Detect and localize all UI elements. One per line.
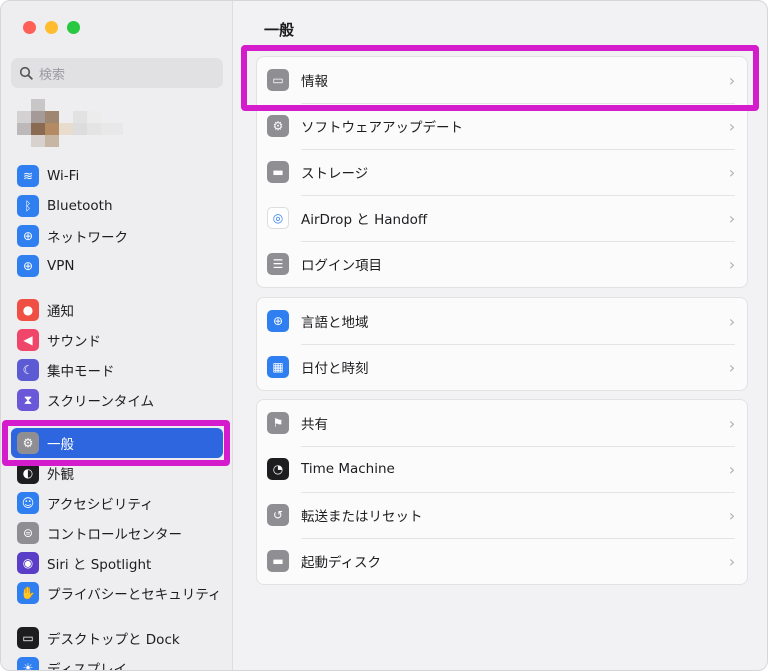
chevron-right-icon: › — [728, 311, 736, 331]
settings-row-label: 起動ディスク — [301, 555, 382, 571]
chevron-right-icon: › — [728, 116, 736, 136]
settings-row-label: 日付と時刻 — [301, 361, 369, 377]
sidebar-item-label: Siri と Spotlight — [47, 557, 152, 573]
sidebar-item[interactable]: ☀ ディスプレイ — [11, 653, 223, 671]
settings-row[interactable]: ▬ 起動ディスク › — [257, 538, 747, 584]
toggles-icon: ⊜ — [17, 522, 39, 544]
reset-icon: ↺ — [267, 504, 289, 526]
sidebar-item-label: 集中モード — [47, 364, 115, 380]
search-icon — [19, 66, 33, 80]
globe-icon: ⊕ — [17, 225, 39, 247]
settings-row[interactable]: ▦ 日付と時刻 › — [257, 344, 747, 390]
highlight-general-item — [2, 420, 230, 466]
speaker-icon: ◀ — [17, 329, 39, 351]
drive-icon: ▬ — [267, 161, 289, 183]
moon-icon: ☾ — [17, 359, 39, 381]
settings-group: ⚑ 共有 › ◔ Time Machine › ↺ 転送またはリセット › ▬ 起動ディスク › — [256, 399, 748, 585]
settings-row-label: ストレージ — [301, 166, 369, 182]
sidebar-item-label: 通知 — [47, 304, 74, 320]
sidebar-item[interactable]: ☺ アクセシビリティ — [11, 488, 223, 518]
sun-icon: ☀ — [17, 657, 39, 670]
hourglass-icon: ⧗ — [17, 389, 39, 411]
sidebar-item[interactable]: ᛒ Bluetooth — [11, 191, 223, 221]
calendar-clock-icon: ▦ — [267, 356, 289, 378]
chevron-right-icon: › — [728, 413, 736, 433]
sidebar-item-label: ディスプレイ — [47, 662, 128, 671]
time-machine-icon: ◔ — [267, 458, 289, 480]
sidebar-item-label: アクセシビリティ — [47, 497, 154, 513]
settings-row[interactable]: ⚑ 共有 › — [257, 400, 747, 446]
settings-row-label: ソフトウェアアップデート — [301, 120, 463, 136]
settings-row[interactable]: ▬ ストレージ › — [257, 149, 747, 195]
settings-row-label: 共有 — [301, 417, 328, 433]
chevron-right-icon: › — [728, 459, 736, 479]
dock-icon: ▭ — [17, 627, 39, 649]
settings-row[interactable]: ↺ 転送またはリセット › — [257, 492, 747, 538]
settings-row[interactable]: ◔ Time Machine › — [257, 446, 747, 492]
sidebar-item[interactable]: ● 通知 — [11, 295, 223, 325]
sidebar-item[interactable]: ◉ Siri と Spotlight — [11, 548, 223, 578]
page-title: 一般 — [264, 21, 295, 39]
sidebar-item-label: VPN — [47, 258, 75, 274]
search-placeholder: 検索 — [39, 67, 66, 83]
minimize-window-button[interactable] — [45, 21, 58, 34]
sidebar-item[interactable]: ⊜ コントロールセンター — [11, 518, 223, 548]
settings-row[interactable]: ◎ AirDrop と Handoff › — [257, 195, 747, 241]
highlight-info-row — [241, 45, 759, 111]
sidebar-item-label: スクリーンタイム — [47, 394, 155, 410]
sidebar-item[interactable]: ⊕ ネットワーク — [11, 221, 223, 251]
chevron-right-icon: › — [728, 254, 736, 274]
chevron-right-icon: › — [728, 551, 736, 571]
accessibility-icon: ☺ — [17, 492, 39, 514]
sidebar-group: ≋ Wi-Fi ᛒ Bluetooth ⊕ ネットワーク ⊕ VPN — [11, 161, 223, 281]
avatar[interactable] — [17, 99, 123, 147]
sidebar-item-label: 外観 — [47, 467, 74, 483]
sidebar-item[interactable]: ≋ Wi-Fi — [11, 161, 223, 191]
chevron-right-icon: › — [728, 505, 736, 525]
settings-group: ⊕ 言語と地域 › ▦ 日付と時刻 › — [256, 297, 748, 391]
vpn-globe-icon: ⊕ — [17, 255, 39, 277]
sidebar-item[interactable]: ⧗ スクリーンタイム — [11, 385, 223, 415]
sidebar: 検索 ≋ Wi-Fi ᛒ Bluetooth ⊕ ネットワーク ⊕ VPN ● 通知 ◀ サウンド ☾ 集… — [1, 1, 233, 671]
wifi-icon: ≋ — [17, 165, 39, 187]
bluetooth-icon: ᛒ — [17, 195, 39, 217]
zoom-window-button[interactable] — [67, 21, 80, 34]
close-window-button[interactable] — [23, 21, 36, 34]
settings-row[interactable]: ☰ ログイン項目 › — [257, 241, 747, 287]
settings-row-label: 言語と地域 — [301, 315, 369, 331]
chevron-right-icon: › — [728, 208, 736, 228]
sidebar-item-label: ネットワーク — [47, 230, 128, 246]
chevron-right-icon: › — [728, 357, 736, 377]
airdrop-icon: ◎ — [267, 207, 289, 229]
bell-icon: ● — [17, 299, 39, 321]
hand-icon: ✋ — [17, 582, 39, 604]
startup-disk-icon: ▬ — [267, 550, 289, 572]
sidebar-item[interactable]: ⊕ VPN — [11, 251, 223, 281]
sidebar-group: ▭ デスクトップと Dock ☀ ディスプレイ — [11, 623, 223, 671]
window-controls — [23, 21, 80, 34]
settings-row-label: ログイン項目 — [301, 258, 382, 274]
settings-row-label: 転送またはリセット — [301, 509, 423, 525]
sidebar-item[interactable]: ☾ 集中モード — [11, 355, 223, 385]
sidebar-item-label: プライバシーとセキュリティ — [47, 587, 222, 603]
settings-row-label: AirDrop と Handoff — [301, 212, 428, 228]
siri-icon: ◉ — [17, 552, 39, 574]
sidebar-group: ● 通知 ◀ サウンド ☾ 集中モード ⧗ スクリーンタイム — [11, 295, 223, 415]
search-field[interactable]: 検索 — [11, 58, 223, 88]
settings-row-label: Time Machine — [301, 461, 395, 477]
sidebar-item-label: サウンド — [47, 334, 101, 350]
sidebar-item-label: コントロールセンター — [47, 527, 182, 543]
sidebar-item-label: Bluetooth — [47, 198, 113, 214]
sidebar-item[interactable]: ◀ サウンド — [11, 325, 223, 355]
settings-row[interactable]: ⊕ 言語と地域 › — [257, 298, 747, 344]
gear-badge-icon: ⚙ — [267, 115, 289, 137]
chevron-right-icon: › — [728, 162, 736, 182]
sidebar-item[interactable]: ✋ プライバシーとセキュリティ — [11, 578, 223, 608]
sidebar-item-label: Wi-Fi — [47, 168, 80, 184]
globe-icon: ⊕ — [267, 310, 289, 332]
list-icon: ☰ — [267, 253, 289, 275]
sidebar-item-label: デスクトップと Dock — [47, 632, 180, 648]
sidebar-item[interactable]: ▭ デスクトップと Dock — [11, 623, 223, 653]
share-icon: ⚑ — [267, 412, 289, 434]
